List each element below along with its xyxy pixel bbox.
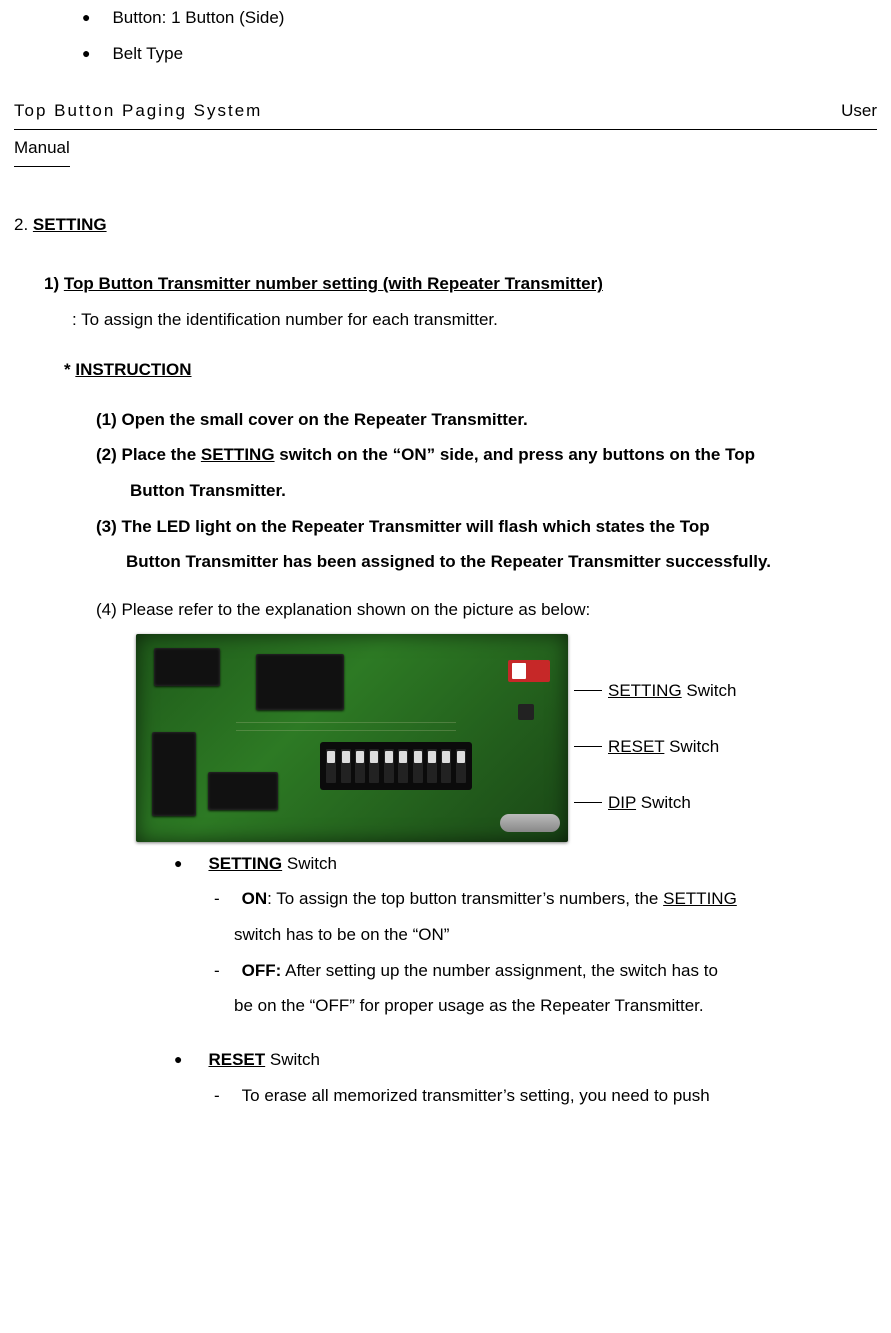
dip-switch-graphic (320, 742, 472, 790)
step-3: (3) The LED light on the Repeater Transm… (96, 509, 877, 545)
list-item: ● RESET Switch (174, 1042, 877, 1078)
step-2: (2) Place the SETTING switch on the “ON”… (96, 437, 877, 473)
dash-icon: - (214, 953, 220, 989)
off-label: OFF: (242, 961, 282, 980)
step-4: (4) Please refer to the explanation show… (96, 592, 877, 628)
subsection-number: 1) (44, 274, 64, 293)
on-text-a: : To assign the top button transmitter’s… (267, 889, 663, 908)
instruction-heading: * INSTRUCTION (64, 352, 877, 388)
dash-icon: - (214, 881, 220, 917)
bullet-text: Button: 1 Button (Side) (112, 0, 284, 36)
on-setting-word: SETTING (663, 889, 737, 908)
instruction-title: INSTRUCTION (75, 360, 191, 379)
label-dip: DIP Switch (574, 785, 736, 821)
subsection-title: Top Button Transmitter number setting (w… (64, 274, 603, 293)
subsection-desc: : To assign the identification number fo… (72, 302, 877, 338)
label-dip-u: DIP (608, 793, 636, 812)
header-right: User (841, 93, 877, 129)
leader-line-icon (574, 690, 602, 691)
figure: SETTING Switch RESET Switch DIP Switch (136, 634, 877, 842)
figure-labels: SETTING Switch RESET Switch DIP Switch (574, 673, 736, 821)
step-3-cont: Button Transmitter has been assigned to … (126, 544, 877, 580)
pcb-illustration (136, 634, 568, 842)
dash-item-on: - ON: To assign the top button transmitt… (214, 881, 877, 917)
step-2-cont: Button Transmitter. (130, 473, 877, 509)
setting-switch-graphic (508, 660, 550, 682)
detail-setting-rest: Switch (282, 854, 337, 873)
detail-setting-u: SETTING (208, 854, 282, 873)
list-item: ● Belt Type (82, 36, 877, 72)
bullet-text: Belt Type (112, 36, 183, 72)
bullet-icon: ● (174, 846, 182, 882)
steps-block: (1) Open the small cover on the Repeater… (96, 402, 877, 628)
detail-reset-u: RESET (208, 1050, 265, 1069)
dash-list: - To erase all memorized transmitter’s s… (214, 1078, 877, 1114)
step-1: (1) Open the small cover on the Repeater… (96, 402, 877, 438)
bullet-icon: ● (82, 36, 90, 71)
top-bullet-list: ● Button: 1 Button (Side) ● Belt Type (82, 0, 877, 71)
dash-item-off: - OFF: After setting up the number assig… (214, 953, 877, 989)
dash-list: - ON: To assign the top button transmitt… (214, 881, 877, 917)
label-setting-rest: Switch (682, 681, 737, 700)
bullet-icon: ● (174, 1042, 182, 1078)
detail-list: ● SETTING Switch (174, 846, 877, 882)
reset-switch-graphic (518, 704, 534, 720)
off-cont: be on the “OFF” for proper usage as the … (234, 988, 877, 1024)
label-reset: RESET Switch (574, 729, 736, 765)
step-2-c: switch on the “ON” side, and press any b… (275, 445, 755, 464)
bullet-icon: ● (82, 0, 90, 35)
header-below: Manual (14, 130, 70, 167)
instruction-star: * (64, 360, 75, 379)
page-header-line: Top Button Paging System User (14, 93, 877, 130)
detail-reset-rest: Switch (265, 1050, 320, 1069)
step-2-a: (2) Place the (96, 445, 201, 464)
label-setting: SETTING Switch (574, 673, 736, 709)
dash-item-reset: - To erase all memorized transmitter’s s… (214, 1078, 877, 1114)
reset-text: To erase all memorized transmitter’s set… (242, 1078, 877, 1114)
header-left: Top Button Paging System (14, 93, 262, 129)
label-reset-rest: Switch (664, 737, 719, 756)
label-dip-rest: Switch (636, 793, 691, 812)
on-label: ON (242, 889, 268, 908)
subsection-heading: 1) Top Button Transmitter number setting… (44, 266, 877, 302)
dash-icon: - (214, 1078, 220, 1114)
list-item: ● SETTING Switch (174, 846, 877, 882)
section-heading: 2. SETTING (14, 207, 877, 243)
section-title: SETTING (33, 215, 107, 234)
step-2-setting: SETTING (201, 445, 275, 464)
leader-line-icon (574, 746, 602, 747)
label-setting-u: SETTING (608, 681, 682, 700)
detail-list: ● RESET Switch (174, 1042, 877, 1078)
section-number: 2. (14, 215, 33, 234)
dash-list: - OFF: After setting up the number assig… (214, 953, 877, 989)
on-cont: switch has to be on the “ON” (234, 917, 877, 953)
off-text-a: After setting up the number assignment, … (281, 961, 718, 980)
leader-line-icon (574, 802, 602, 803)
list-item: ● Button: 1 Button (Side) (82, 0, 877, 36)
label-reset-u: RESET (608, 737, 664, 756)
